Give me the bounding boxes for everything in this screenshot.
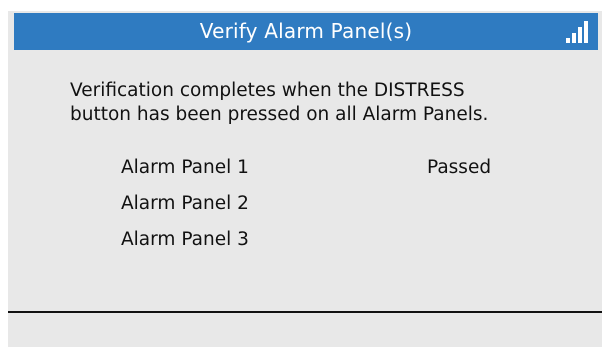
alarm-panel-label: Alarm Panel 2	[121, 193, 249, 214]
alarm-panel-label: Alarm Panel 1	[121, 157, 249, 178]
signal-strength-icon	[566, 19, 590, 43]
instruction-line-2: button has been pressed on all Alarm Pan…	[70, 104, 489, 125]
title-bar: Verify Alarm Panel(s)	[14, 13, 598, 50]
page-title: Verify Alarm Panel(s)	[199, 19, 413, 43]
alarm-panel-label: Alarm Panel 3	[121, 229, 249, 250]
instruction-message: Verification completes when the DISTRESS…	[70, 79, 590, 127]
device-screen	[8, 11, 602, 347]
alarm-panel-list: Alarm Panel 1 Alarm Panel 2 Alarm Panel …	[121, 154, 249, 262]
bottom-divider	[8, 311, 602, 313]
alarm-panel-1-status: Passed	[427, 157, 492, 178]
instruction-line-1: Verification completes when the DISTRESS	[70, 80, 465, 101]
